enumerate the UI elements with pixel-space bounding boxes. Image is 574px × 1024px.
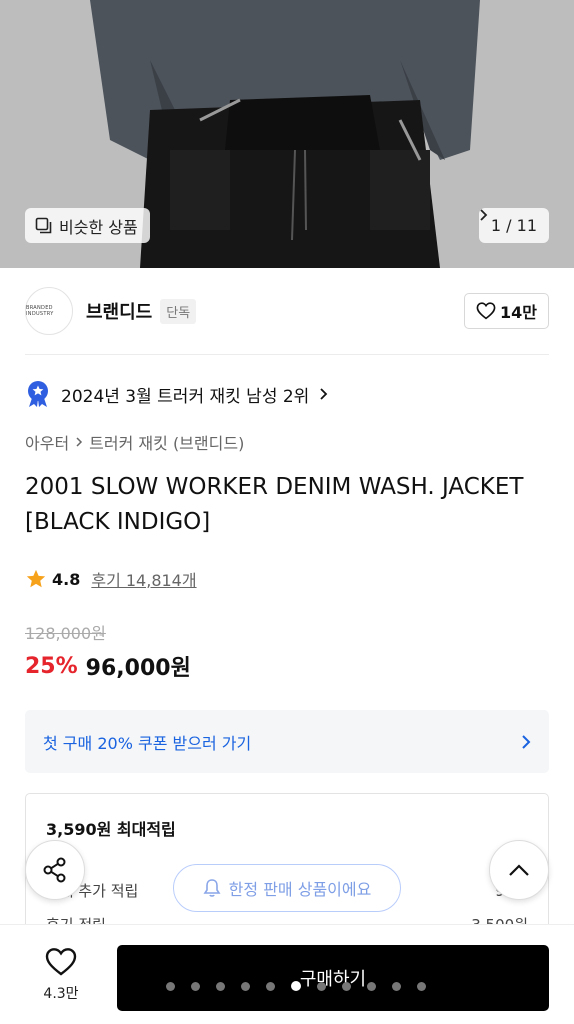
bell-icon [203,879,221,897]
page-dot [216,981,225,991]
chevron-right-icon [320,388,328,400]
rating-score: 4.8 [52,569,81,589]
product-image[interactable]: 비슷한 상품 1 / 11 [0,0,574,268]
wishlist-count: 4.3만 [43,986,79,1002]
page-dot [266,981,275,991]
rank-badge-icon [28,381,48,407]
brand-row: BRANDED INDUSTRY 브랜디드 단독 14만 [25,286,549,336]
coupon-banner[interactable]: 첫 구매 20% 쿠폰 받으러 가기 [25,710,549,773]
wishlist-button[interactable]: 4.3만 [25,947,97,1003]
limited-sale-notice[interactable]: 한정 판매 상품이에요 [173,864,401,912]
breadcrumb-category[interactable]: 아우터 [25,430,69,454]
brand-like-button[interactable]: 14만 [464,293,549,329]
heart-icon [476,302,496,320]
review-count-link[interactable]: 후기 14,814개 [91,567,196,591]
scroll-top-button[interactable] [489,840,549,900]
star-icon [26,569,46,588]
similar-products-label: 비슷한 상품 [59,217,138,237]
breadcrumb-subcategory[interactable]: 트러커 재킷 (브랜디드) [89,430,244,454]
product-title: 2001 SLOW WORKER DENIM WASH. JACKET [BLA… [25,474,524,535]
divider [25,354,549,355]
coupon-label: 첫 구매 20% 쿠폰 받으러 가기 [43,733,252,753]
image-counter-text: 1 / 11 [490,216,537,235]
image-counter[interactable]: 1 / 11 [478,208,549,243]
ranking-link[interactable]: 2024년 3월 트러커 재킷 남성 2위 [25,378,328,410]
brand-like-count: 14만 [500,303,537,322]
limited-sale-label: 한정 판매 상품이에요 [228,880,372,899]
page-dot [392,981,401,991]
similar-icon [35,217,52,234]
points-title: 3,590원 최대적립 [46,820,176,839]
page-dot [191,981,200,991]
rating-row[interactable]: 4.8 후기 14,814개 [25,565,197,593]
chevron-right-icon [522,734,531,749]
brand-logo-text: BRANDED INDUSTRY [26,305,54,317]
similar-products-button[interactable]: 비슷한 상품 [25,208,150,243]
share-button[interactable] [25,840,85,900]
page-dot [241,981,250,991]
price-row: 25% 96,000원 [25,650,191,682]
discount-rate: 25% [25,653,78,679]
page-dot [342,981,351,991]
brand-name[interactable]: 브랜디드 [86,298,152,324]
share-icon [43,857,66,883]
page-dot [367,981,376,991]
breadcrumb: 아우터 트러커 재킷 (브랜디드) [25,430,244,454]
bottom-bar: 4.3만 구매하기 [0,924,574,1024]
chevron-right-icon [480,209,488,221]
chevron-right-icon [76,437,83,447]
brand-logo[interactable]: BRANDED INDUSTRY [25,287,73,335]
page-dot [317,981,326,991]
heart-icon [45,948,77,976]
page-dot [417,981,426,991]
sale-price: 96,000원 [85,656,191,681]
ranking-text: 2024년 3월 트러커 재킷 남성 2위 [61,386,310,407]
page-dot-active [291,981,301,991]
page-dot [166,981,175,991]
chevron-up-icon [509,864,529,876]
original-price: 128,000원 [25,624,106,643]
exclusive-badge: 단독 [160,298,197,324]
page-indicator-dots [166,981,426,991]
buy-button[interactable]: 구매하기 [117,945,549,1011]
